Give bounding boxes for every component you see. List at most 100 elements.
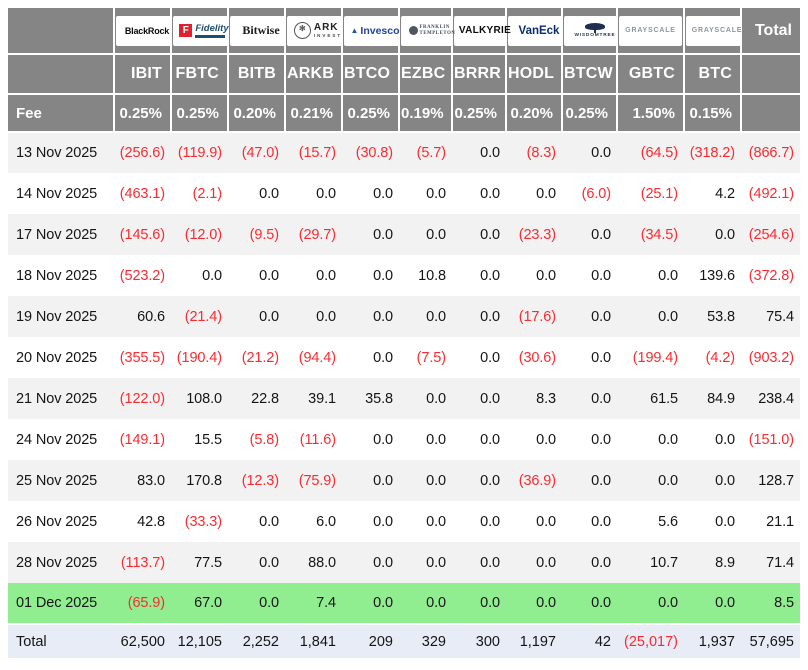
flow-value-cell: 0.0 <box>617 255 684 296</box>
flow-value-cell: 0.0 <box>171 255 228 296</box>
flow-value-cell: 0.0 <box>399 214 452 255</box>
flow-value-cell: 0.0 <box>506 501 562 542</box>
flow-value-cell: (21.4) <box>171 296 228 337</box>
flow-value-cell: 6.0 <box>285 501 342 542</box>
flow-value-cell: 0.0 <box>684 214 741 255</box>
fidelity-underline <box>195 35 225 38</box>
flow-value-cell: 0.0 <box>452 460 506 501</box>
flow-value-cell: 0.0 <box>452 542 506 583</box>
ticker-row-empty-cell <box>8 54 114 94</box>
date-cell: 28 Nov 2025 <box>8 542 114 583</box>
flow-value-cell: 75.4 <box>741 296 800 337</box>
fee-cell-ibit: 0.25% <box>114 94 171 132</box>
fee-row-total-empty-cell <box>741 94 800 132</box>
flow-value-cell: 0.0 <box>617 296 684 337</box>
flow-value-cell: (6.0) <box>562 173 617 214</box>
flow-value-cell: 0.0 <box>342 214 399 255</box>
bitwise-logo: Bitwise <box>230 16 292 46</box>
flow-value-cell: 0.0 <box>228 173 285 214</box>
flow-value-cell: 0.0 <box>617 460 684 501</box>
fidelity-logo: FFidelity <box>173 16 235 46</box>
flow-value-cell: 60.6 <box>114 296 171 337</box>
flow-value-cell: (17.6) <box>506 296 562 337</box>
flow-value-cell: (149.1) <box>114 419 171 460</box>
flow-value-cell: 0.0 <box>452 214 506 255</box>
flow-value-cell: 0.0 <box>342 501 399 542</box>
date-cell: 13 Nov 2025 <box>8 132 114 173</box>
flow-value-cell: 0.0 <box>452 255 506 296</box>
flow-value-cell: 8.5 <box>741 583 800 624</box>
flow-value-cell: 0.0 <box>399 542 452 583</box>
flow-value-cell: (190.4) <box>171 337 228 378</box>
total-value-cell: 1,197 <box>506 624 562 658</box>
flow-value-cell: 0.0 <box>285 296 342 337</box>
ticker-header-gbtc: GBTC <box>617 54 684 94</box>
flow-value-cell: 7.4 <box>285 583 342 624</box>
flow-row: 28 Nov 2025(113.7)77.50.088.00.00.00.00.… <box>8 542 800 583</box>
date-cell: 17 Nov 2025 <box>8 214 114 255</box>
provider-logo-cell-btcw: WISDOMTREE <box>562 8 617 54</box>
flow-value-cell: (355.5) <box>114 337 171 378</box>
flow-value-cell: (113.7) <box>114 542 171 583</box>
flow-value-cell: 8.9 <box>684 542 741 583</box>
flow-value-cell: 0.0 <box>228 583 285 624</box>
flow-value-cell: (4.2) <box>684 337 741 378</box>
total-value-cell: 329 <box>399 624 452 658</box>
flow-value-cell: (866.7) <box>741 132 800 173</box>
flow-value-cell: 0.0 <box>452 173 506 214</box>
provider-logo-cell-ibit: BlackRock <box>114 8 171 54</box>
flow-row: 26 Nov 202542.8(33.3)0.06.00.00.00.00.00… <box>8 501 800 542</box>
ticker-row: IBITFBTCBITBARKBBTCOEZBCBRRRHODLBTCWGBTC… <box>8 54 800 94</box>
total-value-cell: 42 <box>562 624 617 658</box>
date-cell: 19 Nov 2025 <box>8 296 114 337</box>
wisdomtree-tree-icon <box>583 23 607 33</box>
flow-value-cell: 4.2 <box>684 173 741 214</box>
flow-value-cell: 0.0 <box>562 583 617 624</box>
flow-value-cell: (318.2) <box>684 132 741 173</box>
total-value-cell: (25,017) <box>617 624 684 658</box>
flow-value-cell: (9.5) <box>228 214 285 255</box>
flow-value-cell: 0.0 <box>562 542 617 583</box>
provider-logo-cell-hodl: VanEck <box>506 8 562 54</box>
flow-value-cell: 15.5 <box>171 419 228 460</box>
fee-cell-btco: 0.25% <box>342 94 399 132</box>
flow-value-cell: 0.0 <box>506 173 562 214</box>
flow-value-cell: (12.0) <box>171 214 228 255</box>
flow-value-cell: (64.5) <box>617 132 684 173</box>
flow-value-cell: 0.0 <box>399 419 452 460</box>
fee-cell-arkb: 0.21% <box>285 94 342 132</box>
flow-value-cell: 8.3 <box>506 378 562 419</box>
flow-value-cell: (372.8) <box>741 255 800 296</box>
ticker-header-fbtc: FBTC <box>171 54 228 94</box>
fee-cell-btc: 0.15% <box>684 94 741 132</box>
flow-value-cell: (34.5) <box>617 214 684 255</box>
provider-logo-cell-gbtc: GRAYSCALE <box>617 8 684 54</box>
flow-value-cell: 0.0 <box>452 296 506 337</box>
flow-value-cell: (2.1) <box>171 173 228 214</box>
flow-value-cell: (492.1) <box>741 173 800 214</box>
provider-logo-cell-arkb: ✻ARKINVEST <box>285 8 342 54</box>
flow-value-cell: 0.0 <box>399 501 452 542</box>
flow-value-cell: 0.0 <box>399 173 452 214</box>
flow-value-cell: (21.2) <box>228 337 285 378</box>
flow-rows: 13 Nov 2025(256.6)(119.9)(47.0)(15.7)(30… <box>8 132 800 624</box>
flow-row: 17 Nov 2025(145.6)(12.0)(9.5)(29.7)0.00.… <box>8 214 800 255</box>
fee-cell-gbtc: 1.50% <box>617 94 684 132</box>
flow-value-cell: 0.0 <box>228 296 285 337</box>
flow-value-cell: 139.6 <box>684 255 741 296</box>
flow-value-cell: 53.8 <box>684 296 741 337</box>
flow-value-cell: (463.1) <box>114 173 171 214</box>
fee-cell-btcw: 0.25% <box>562 94 617 132</box>
flow-value-cell: 0.0 <box>342 296 399 337</box>
flow-row: 21 Nov 2025(122.0)108.022.839.135.80.00.… <box>8 378 800 419</box>
flow-value-cell: 10.7 <box>617 542 684 583</box>
fee-cell-hodl: 0.20% <box>506 94 562 132</box>
flow-value-cell: 0.0 <box>684 460 741 501</box>
flow-value-cell: 0.0 <box>452 132 506 173</box>
total-row-container: Total62,50012,1052,2521,8412093293001,19… <box>8 624 800 658</box>
flow-value-cell: (33.3) <box>171 501 228 542</box>
flow-value-cell: 0.0 <box>562 296 617 337</box>
ticker-header-ibit: IBIT <box>114 54 171 94</box>
flow-value-cell: 238.4 <box>741 378 800 419</box>
flow-value-cell: 0.0 <box>399 378 452 419</box>
